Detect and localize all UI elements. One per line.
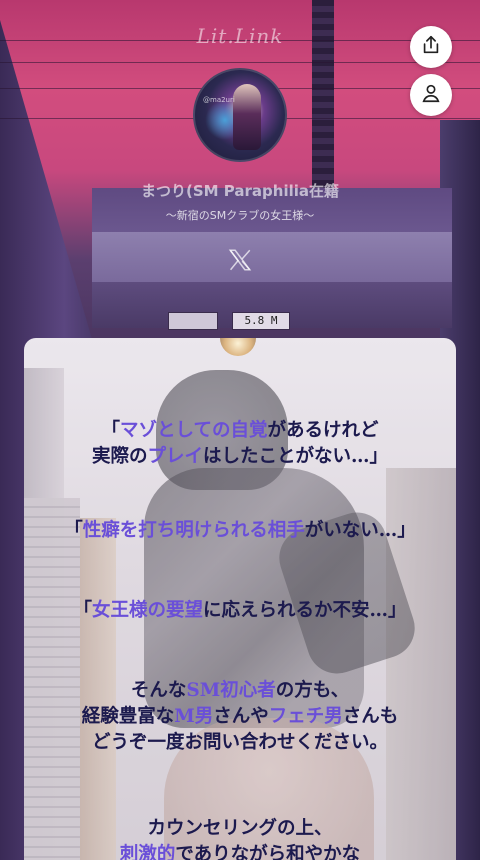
highlight-text: プレイ [147, 446, 203, 467]
share-icon [420, 34, 442, 60]
card-quote-1: 「マゾとしての自覚があるけれど 実際のプレイはしたことがない…」 [24, 418, 456, 470]
highlight-text: フェチ男 [268, 706, 343, 727]
highlight-text: SM初心者 [186, 680, 276, 701]
highlight-text: 刺激的 [119, 844, 176, 860]
card-invitation: そんなSM初心者の方も、 経験豊富なM男さんやフェチ男さんも どうぞ一度お問い合… [24, 678, 456, 756]
share-button[interactable] [410, 26, 452, 68]
highlight-text: マゾとしての自覚 [120, 420, 268, 441]
x-social-link[interactable] [222, 244, 258, 280]
background-wire [0, 62, 480, 63]
invitation-line: どうぞ一度お問い合わせください。 [91, 732, 388, 753]
avatar-watermark: @ma2uri [203, 96, 235, 104]
content-card[interactable]: 「マゾとしての自覚があるけれど 実際のプレイはしたことがない…」 「性癖を打ち明… [24, 338, 456, 860]
quote-line: 実際のプレイはしたことがない…」 [91, 446, 389, 467]
invitation-line: 経験豊富なM男さんやフェチ男さんも [81, 706, 399, 727]
highlight-text: 性癖を打ち明けられる相手 [82, 520, 305, 541]
card-counseling: カウンセリングの上、 刺激的でありながら和やかな [24, 816, 456, 860]
counseling-line: カウンセリングの上、 [147, 818, 333, 839]
user-icon [420, 82, 442, 108]
highlight-text: M男 [174, 706, 214, 727]
x-icon [227, 247, 253, 277]
background-height-sign: 5.8 M [232, 312, 290, 330]
profile-avatar[interactable]: @ma2uri [193, 68, 287, 162]
quote-line: 「マゾとしての自覚があるけれど [101, 420, 379, 441]
background-bridge-strip [92, 232, 452, 282]
highlight-text: 女王様の要望 [91, 600, 203, 621]
site-logo: Lit.Link [196, 24, 284, 48]
quote-line: 「女王様の要望に応えられるか不安…」 [73, 600, 407, 621]
profile-tagline: 〜新宿のSMクラブの女王様〜 [165, 209, 315, 222]
avatar-figure [233, 84, 261, 150]
account-button[interactable] [410, 74, 452, 116]
background-sign [168, 312, 218, 330]
invitation-line: そんなSM初心者の方も、 [130, 680, 350, 701]
card-quote-3: 「女王様の要望に応えられるか不安…」 [24, 598, 456, 624]
profile-name: まつり(SM Paraphilia在籍 [140, 182, 339, 200]
counseling-line: 刺激的でありながら和やかな [24, 842, 456, 860]
quote-line: 「性癖を打ち明けられる相手がいない…」 [64, 520, 416, 541]
card-quote-2: 「性癖を打ち明けられる相手がいない…」 [24, 518, 456, 544]
